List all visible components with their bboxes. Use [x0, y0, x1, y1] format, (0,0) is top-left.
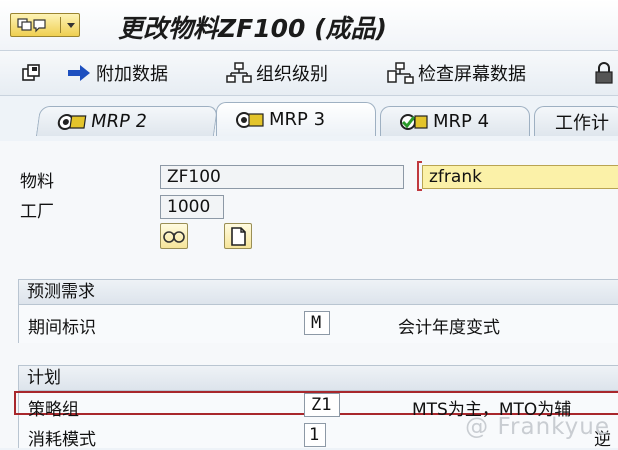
mrp-check-icon	[400, 113, 428, 130]
additional-data-button[interactable]: 附加数据	[66, 61, 168, 85]
org-levels-button[interactable]: 组织级别	[226, 61, 328, 85]
period-indicator-label: 期间标识	[28, 318, 96, 338]
system-menu-button[interactable]	[10, 13, 80, 37]
org-tree-icon	[226, 62, 252, 83]
planning-section-title: 计划	[18, 365, 618, 391]
consumption-mode-field[interactable]: 1	[304, 423, 326, 447]
material-field[interactable]: ZF100	[160, 165, 404, 189]
system-menu-separator	[60, 17, 61, 33]
tab-strip: MRP 2 MRP 3 MRP 4 工作计	[0, 95, 618, 236]
title-bar: 更改物料ZF100 (成品)	[0, 0, 618, 51]
additional-data-label: 附加数据	[96, 64, 168, 85]
lock-icon	[595, 62, 613, 84]
system-menu-icon	[17, 18, 46, 33]
application-toolbar: 附加数据 组织级别 检查屏幕数据	[0, 51, 618, 96]
copy-button[interactable]	[20, 61, 46, 85]
create-document-button[interactable]	[224, 223, 252, 249]
tab-mrp-2-label: MRP 2	[89, 111, 149, 132]
consumption-mode-label: 消耗模式	[28, 430, 96, 450]
glasses-icon	[163, 231, 185, 243]
arrow-right-icon	[68, 65, 90, 81]
material-label: 物料	[20, 172, 54, 192]
fiscal-year-variant-label: 会计年度变式	[398, 318, 500, 338]
strategy-group-field[interactable]: Z1	[304, 393, 340, 417]
material-description-field[interactable]: zfrank	[422, 165, 618, 189]
check-screen-data-button[interactable]: 检查屏幕数据	[386, 61, 526, 85]
copy-icon	[22, 64, 40, 81]
mrp-icon	[236, 111, 264, 128]
tab-mrp-3-label: MRP 3	[269, 109, 326, 130]
lock-button[interactable]	[594, 61, 618, 85]
check-screen-data-label: 检查屏幕数据	[418, 64, 526, 85]
plant-field[interactable]: 1000	[160, 195, 224, 219]
document-icon	[231, 227, 246, 246]
display-button[interactable]	[160, 223, 188, 249]
period-indicator-field[interactable]: M	[304, 311, 330, 335]
tab-mrp-4[interactable]: MRP 4	[380, 106, 530, 136]
plant-label: 工厂	[20, 202, 54, 222]
tab-mrp-3[interactable]: MRP 3	[216, 102, 376, 136]
check-screen-icon	[387, 62, 414, 84]
content-area: 物料 ZF100 zfrank 工厂 1000 预测需求 期间标识 M 会计年度…	[0, 141, 618, 450]
mrp-icon	[57, 113, 87, 130]
chevron-down-icon	[67, 23, 75, 28]
tab-work-scheduling-label: 工作计	[555, 112, 609, 134]
tab-work-scheduling[interactable]: 工作计	[534, 106, 618, 136]
org-levels-label: 组织级别	[256, 64, 328, 85]
tab-mrp-4-label: MRP 4	[433, 111, 490, 132]
forecast-section-title: 预测需求	[18, 279, 618, 305]
strategy-group-label: 策略组	[28, 400, 79, 420]
page-title: 更改物料ZF100 (成品)	[118, 14, 387, 43]
tab-mrp-2[interactable]: MRP 2	[35, 106, 219, 136]
watermark: @ Frankyue	[465, 414, 610, 440]
